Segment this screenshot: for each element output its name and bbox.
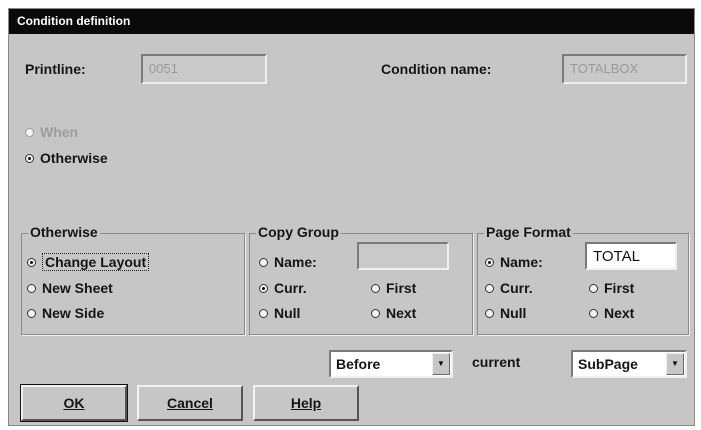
page-format-name-label: Name:	[500, 254, 543, 270]
ok-button[interactable]: OK	[20, 384, 128, 422]
new-side-radio[interactable]: New Side	[27, 304, 104, 322]
copy-group-title: Copy Group	[256, 224, 341, 240]
before-dropdown[interactable]: Before ▼	[329, 350, 453, 378]
radio-icon	[485, 283, 494, 293]
new-side-label: New Side	[42, 305, 105, 321]
condition-name-field[interactable]: TOTALBOX	[562, 54, 687, 84]
title-bar: Condition definition	[9, 9, 694, 34]
printline-field[interactable]: 0051	[141, 54, 267, 84]
copy-group-name-label: Name:	[274, 254, 317, 270]
radio-icon	[25, 127, 34, 137]
before-dropdown-value: Before	[336, 356, 381, 372]
copy-group-curr-label: Curr.	[274, 280, 307, 296]
copy-group-null-label: Null	[274, 305, 301, 321]
change-layout-label: Change Layout	[42, 253, 150, 271]
cancel-button[interactable]: Cancel	[137, 385, 243, 421]
copy-group-next-label: Next	[386, 305, 417, 321]
copy-group-curr-radio[interactable]: Curr.	[259, 279, 307, 297]
chevron-down-icon[interactable]: ▼	[666, 353, 684, 375]
copy-group-name-radio[interactable]: Name:	[259, 253, 317, 271]
radio-icon	[27, 283, 36, 293]
radio-icon	[371, 308, 380, 318]
radio-selected-icon	[259, 283, 268, 293]
radio-icon	[589, 283, 598, 293]
change-layout-radio[interactable]: Change Layout	[27, 253, 150, 271]
ok-button-label: OK	[63, 395, 85, 411]
radio-icon	[589, 308, 598, 318]
page-format-null-radio[interactable]: Null	[485, 304, 526, 322]
radio-icon	[485, 308, 494, 318]
page-format-null-label: Null	[500, 305, 527, 321]
radio-icon	[259, 257, 268, 267]
page-format-first-radio[interactable]: First	[589, 279, 634, 297]
new-sheet-label: New Sheet	[42, 280, 113, 296]
otherwise-group-title: Otherwise	[28, 224, 100, 240]
radio-icon	[27, 308, 36, 318]
printline-label: Printline:	[25, 61, 86, 77]
copy-group-null-radio[interactable]: Null	[259, 304, 300, 322]
when-radio[interactable]: When	[25, 123, 78, 141]
subpage-dropdown-value: SubPage	[578, 356, 638, 372]
page-format-first-label: First	[604, 280, 635, 296]
page-format-next-radio[interactable]: Next	[589, 304, 634, 322]
copy-group-first-radio[interactable]: First	[371, 279, 416, 297]
radio-selected-icon	[485, 257, 494, 267]
subpage-dropdown[interactable]: SubPage ▼	[571, 350, 687, 378]
copy-group-next-radio[interactable]: Next	[371, 304, 416, 322]
when-radio-label: When	[40, 124, 79, 140]
copy-group-name-field[interactable]	[357, 242, 449, 270]
copy-group-first-label: First	[386, 280, 417, 296]
radio-selected-icon	[25, 153, 34, 163]
new-sheet-radio[interactable]: New Sheet	[27, 279, 113, 297]
help-button-label: Help	[290, 395, 322, 411]
page-format-next-label: Next	[604, 305, 635, 321]
page-format-curr-label: Curr.	[500, 280, 533, 296]
otherwise-radio[interactable]: Otherwise	[25, 149, 108, 167]
page-format-curr-radio[interactable]: Curr.	[485, 279, 533, 297]
page-format-group-title: Page Format	[484, 224, 573, 240]
cancel-button-label: Cancel	[167, 395, 213, 411]
radio-selected-icon	[27, 257, 36, 267]
condition-definition-dialog: Condition definition Printline: 0051 Con…	[8, 8, 695, 426]
otherwise-radio-label: Otherwise	[40, 150, 108, 166]
radio-icon	[259, 308, 268, 318]
condition-name-label: Condition name:	[381, 61, 492, 77]
page-format-name-field[interactable]: TOTAL	[585, 242, 677, 270]
current-label: current	[472, 354, 521, 370]
help-button[interactable]: Help	[253, 385, 359, 421]
radio-icon	[371, 283, 380, 293]
page-format-name-radio[interactable]: Name:	[485, 253, 543, 271]
chevron-down-icon[interactable]: ▼	[432, 353, 450, 375]
